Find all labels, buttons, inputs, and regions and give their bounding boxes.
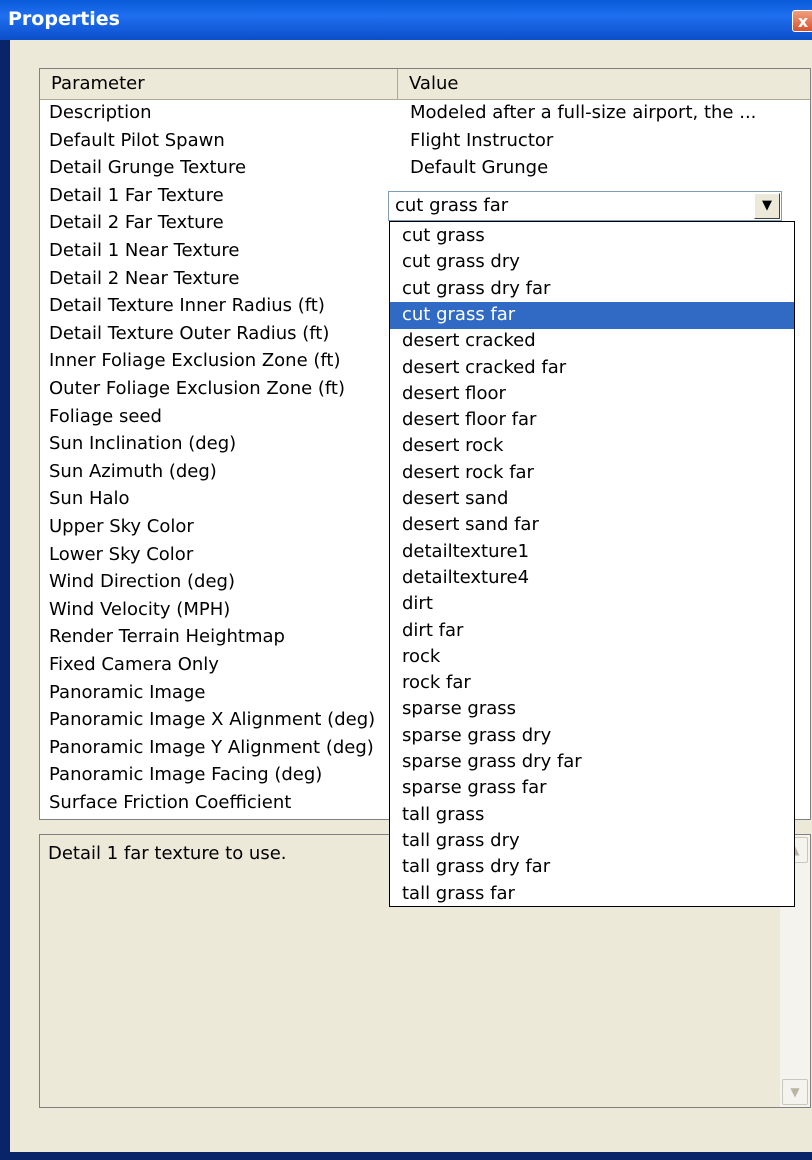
dropdown-option[interactable]: tall grass far [390, 881, 794, 907]
combobox-dropdown-button[interactable]: ▼ [754, 193, 780, 219]
parameter-name: Sun Inclination (deg) [49, 433, 237, 455]
dropdown-option[interactable]: sparse grass dry [390, 723, 794, 750]
parameter-name: Detail Grunge Texture [49, 157, 247, 179]
scroll-down-button[interactable]: ▼ [782, 1079, 808, 1105]
dropdown-option[interactable]: sparse grass [390, 696, 794, 723]
dropdown-option[interactable]: sparse grass far [390, 775, 794, 802]
dropdown-option[interactable]: sparse grass dry far [390, 749, 794, 776]
grid-header: Parameter Value [40, 69, 810, 100]
description-text: Detail 1 far texture to use. [48, 843, 287, 864]
parameter-name: Sun Azimuth (deg) [49, 460, 217, 482]
parameter-value[interactable]: Flight Instructor [410, 127, 805, 154]
dropdown-option[interactable]: detailtexture1 [390, 539, 794, 566]
parameter-value[interactable]: Modeled after a full-size airport, the .… [410, 99, 805, 126]
parameter-name: Default Pilot Spawn [49, 129, 225, 151]
parameter-name: Render Terrain Heightmap [49, 626, 285, 648]
parameter-name: Detail 1 Far Texture [49, 184, 224, 206]
dropdown-option[interactable]: cut grass [390, 223, 794, 250]
dropdown-option[interactable]: dirt [390, 591, 794, 618]
dropdown-option[interactable]: cut grass dry [390, 249, 794, 276]
column-header-value[interactable]: Value [398, 69, 810, 99]
window-title: Properties [8, 8, 120, 30]
combobox-selected-value: cut grass far [395, 195, 509, 216]
parameter-name: Wind Direction (deg) [49, 571, 235, 593]
property-row[interactable]: Default Pilot Spawn Flight Instructor [40, 127, 810, 154]
parameter-name: Panoramic Image [49, 681, 206, 703]
parameter-name: Description [49, 102, 152, 123]
parameter-name: Detail 1 Near Texture [49, 240, 240, 261]
parameter-name: Sun Halo [49, 488, 130, 510]
parameter-name: Panoramic Image Facing (deg) [49, 764, 323, 786]
dropdown-option[interactable]: cut grass far [390, 301, 794, 329]
column-header-parameter[interactable]: Parameter [40, 69, 398, 99]
dropdown-option[interactable]: desert cracked [390, 328, 794, 355]
parameter-name: Foliage seed [49, 405, 162, 427]
dropdown-option[interactable]: desert floor [390, 381, 794, 408]
close-button[interactable]: x [792, 10, 812, 32]
parameter-name: Detail 2 Near Texture [49, 267, 240, 289]
dropdown-option[interactable]: rock far [390, 670, 794, 697]
chevron-down-icon: ▼ [762, 198, 772, 213]
dropdown-option[interactable]: desert cracked far [390, 355, 794, 382]
parameter-name: Detail Texture Outer Radius (ft) [49, 322, 330, 344]
parameter-name: Panoramic Image X Alignment (deg) [49, 709, 376, 731]
property-row[interactable]: Description Modeled after a full-size air… [40, 99, 810, 126]
parameter-name: Fixed Camera Only [49, 654, 219, 675]
parameter-name: Detail Texture Inner Radius (ft) [49, 295, 325, 317]
dropdown-option[interactable]: tall grass [390, 802, 794, 829]
dropdown-option[interactable]: desert rock far [390, 460, 794, 487]
dropdown-option[interactable]: cut grass dry far [390, 276, 794, 303]
close-icon: x [797, 12, 809, 31]
parameter-name: Inner Foliage Exclusion Zone (ft) [49, 350, 341, 372]
parameter-name: Wind Velocity (MPH) [49, 598, 231, 620]
texture-dropdown-list[interactable]: cut grass cut grass dry cut grass dry far c… [389, 221, 795, 907]
chevron-down-icon: ▼ [790, 1085, 800, 1099]
properties-window: Properties x Parameter Value Description… [0, 0, 812, 1160]
dropdown-option[interactable]: desert sand far [390, 512, 794, 539]
parameter-name: Outer Foliage Exclusion Zone (ft) [49, 378, 346, 399]
dropdown-option[interactable]: detailtexture4 [390, 565, 794, 592]
title-bar[interactable]: Properties x [0, 0, 812, 40]
parameter-name: Upper Sky Color [49, 516, 194, 537]
parameter-name: Panoramic Image Y Alignment (deg) [49, 736, 374, 758]
parameter-name: Rolling Resistance Coefficient [49, 817, 394, 819]
dropdown-option[interactable]: dirt far [390, 618, 794, 645]
dropdown-option[interactable]: tall grass dry [390, 828, 794, 855]
dropdown-option[interactable]: tall grass dry far [390, 854, 794, 881]
parameter-name: Detail 2 Far Texture [49, 212, 224, 234]
dropdown-option[interactable]: rock [390, 644, 794, 671]
property-row[interactable]: Detail Grunge Texture Default Grunge [40, 154, 810, 181]
dropdown-option[interactable]: desert sand [390, 486, 794, 513]
parameter-name: Lower Sky Color [49, 543, 194, 565]
dropdown-option[interactable]: desert rock [390, 433, 794, 460]
parameter-name: Surface Friction Coefficient [49, 792, 292, 813]
dropdown-option[interactable]: desert floor far [390, 407, 794, 434]
parameter-value[interactable]: Default Grunge [410, 154, 805, 181]
detail-1-far-texture-combobox[interactable]: cut grass far ▼ [388, 191, 782, 221]
